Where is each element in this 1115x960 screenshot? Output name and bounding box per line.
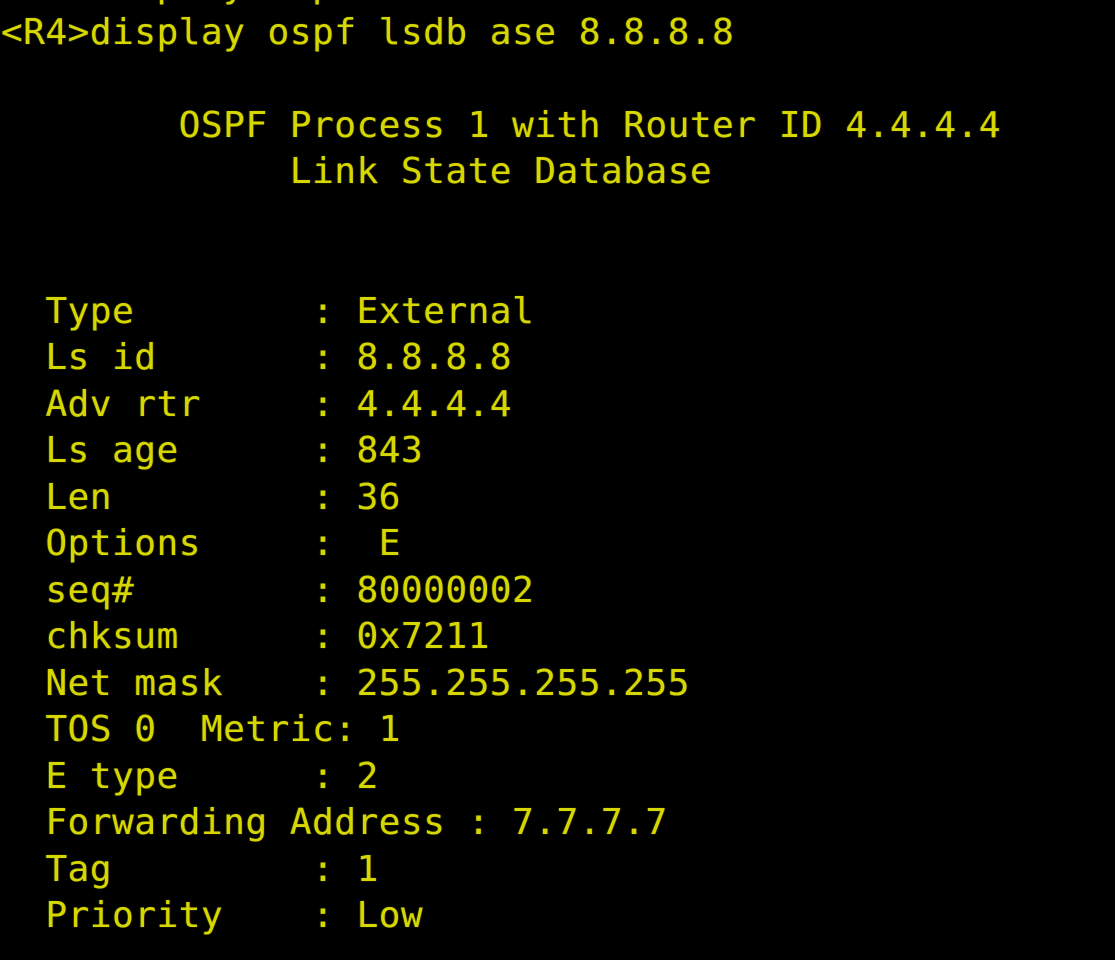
terminal-line-lsa-ls-age: Ls age : 843 bbox=[1, 430, 424, 471]
terminal-line-lsa-len: Len : 36 bbox=[1, 476, 402, 518]
terminal-line-lsa-type: Type : External bbox=[1, 290, 535, 332]
terminal-line-lsa-chksum: chksum : 0x7211 bbox=[1, 616, 490, 657]
terminal-line-command-prompt[interactable]: <R4>display ospf lsdb ase 8.8.8.8 bbox=[0, 10, 1115, 57]
terminal-line-lsa-adv-rtr: Adv rtr : 4.4.4.4 bbox=[1, 383, 513, 425]
terminal-line-lsa-options: Options : E bbox=[1, 523, 402, 564]
terminal-line-ospf-process-header: OSPF Process 1 with Router ID 4.4.4.4 bbox=[1, 104, 1002, 146]
terminal-line-lsa-net-mask: Net mask : 255.255.255.255 bbox=[1, 662, 690, 704]
terminal-line-link-state-database-header: Link State Database bbox=[1, 151, 713, 192]
terminal-line-lsa-seq: seq# : 80000002 bbox=[1, 569, 535, 611]
terminal-line-lsa-priority: Priority : Low bbox=[1, 895, 424, 936]
terminal-line-lsa-tag: Tag : 1 bbox=[1, 848, 379, 890]
terminal-line-lsa-tos-metric: TOS 0 Metric: 1 bbox=[1, 709, 402, 750]
terminal-screen-buffer[interactable]: <R4>display ospf lsdb <R4>display ospf l… bbox=[0, 0, 1115, 940]
terminal-window[interactable]: <R4>display ospf lsdb <R4>display ospf l… bbox=[0, 0, 1115, 960]
terminal-line-lsa-ls-id: Ls id : 8.8.8.8 bbox=[1, 337, 513, 378]
terminal-line-scrollback-partial: <R4>display ospf lsdb bbox=[0, 0, 1115, 10]
terminal-line-lsa-e-type: E type : 2 bbox=[1, 755, 379, 797]
terminal-line-lsa-forwarding-address: Forwarding Address : 7.7.7.7 bbox=[1, 802, 668, 843]
